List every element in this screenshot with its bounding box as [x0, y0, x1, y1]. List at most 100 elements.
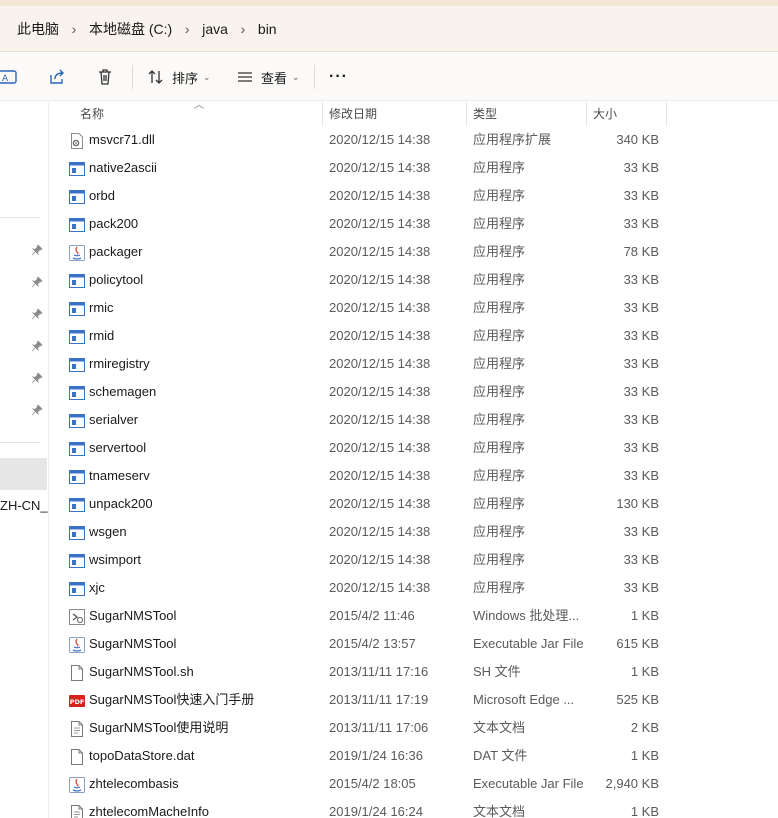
pin-icon[interactable]: [31, 372, 43, 384]
file-date-modified: 2020/12/15 14:38: [329, 580, 431, 595]
column-header-name[interactable]: 名称: [74, 102, 323, 126]
file-date-modified: 2020/12/15 14:38: [329, 244, 431, 259]
file-size: 33 KB: [623, 580, 659, 595]
file-date-modified: 2020/12/15 14:38: [329, 272, 431, 287]
pin-icon[interactable]: [31, 308, 43, 320]
file-row[interactable]: zhtelecomMacheInfo 2019/1/24 16:24 文本文档 1 K…: [60, 798, 667, 818]
sort-button[interactable]: 排序 ⌄: [147, 53, 211, 101]
file-row[interactable]: rmic 2020/12/15 14:38 应用程序 33 KB: [60, 294, 667, 322]
file-row[interactable]: pack200 2020/12/15 14:38 应用程序 33 KB: [60, 210, 667, 238]
file-size: 33 KB: [623, 384, 659, 399]
file-row[interactable]: schemagen 2020/12/15 14:38 应用程序 33 KB: [60, 378, 667, 406]
file-type: Executable Jar File: [473, 636, 584, 651]
file-date-modified: 2013/11/11 17:19: [329, 692, 429, 707]
file-name: unpack200: [89, 496, 153, 511]
file-row[interactable]: rmiregistry 2020/12/15 14:38 应用程序 33 KB: [60, 350, 667, 378]
file-date-modified: 2020/12/15 14:38: [329, 384, 431, 399]
svg-text:A: A: [2, 74, 9, 84]
file-row[interactable]: SugarNMSTool.sh 2013/11/11 17:16 SH 文件 1 KB: [60, 658, 667, 686]
pdf-icon: PDF: [69, 693, 85, 709]
file-size: 33 KB: [623, 300, 659, 315]
rename-button[interactable]: A: [0, 53, 18, 101]
pin-icon[interactable]: [31, 340, 43, 352]
more-options-button[interactable]: ···: [329, 53, 348, 101]
breadcrumb-this-pc[interactable]: 此电脑: [17, 19, 59, 39]
exe-icon: [69, 553, 85, 569]
column-header-size[interactable]: 大小: [587, 102, 667, 126]
file-size: 525 KB: [616, 692, 659, 707]
file-type: 文本文档: [473, 804, 526, 818]
file-row[interactable]: packager 2020/12/15 14:38 应用程序 78 KB: [60, 238, 667, 266]
file-row[interactable]: PDF SugarNMSTool快速入门手册 2013/11/11 17:19 Mic…: [60, 686, 667, 714]
java-icon: [69, 637, 85, 653]
file-row[interactable]: rmid 2020/12/15 14:38 应用程序 33 KB: [60, 322, 667, 350]
share-button[interactable]: [48, 53, 66, 101]
file-name: schemagen: [89, 384, 157, 399]
text-icon: [69, 805, 85, 818]
file-name: policytool: [89, 272, 144, 287]
file-row[interactable]: policytool 2020/12/15 14:38 应用程序 33 KB: [60, 266, 667, 294]
file-size: 615 KB: [616, 636, 659, 651]
exe-icon: [69, 385, 85, 401]
file-row[interactable]: SugarNMSTool 2015/4/2 13:57 Executable Jar…: [60, 630, 667, 658]
file-name: serialver: [89, 412, 139, 427]
column-header-date[interactable]: 修改日期: [323, 102, 467, 126]
file-row[interactable]: tnameserv 2020/12/15 14:38 应用程序 33 KB: [60, 462, 667, 490]
batch-icon: [69, 609, 85, 625]
chevron-down-icon: ⌄: [203, 71, 211, 82]
file-row[interactable]: topoDataStore.dat 2019/1/24 16:36 DAT 文件 1 …: [60, 742, 667, 770]
file-row[interactable]: zhtelecombasis 2015/4/2 18:05 Executable J…: [60, 770, 667, 798]
file-type: Microsoft Edge ...: [473, 692, 575, 707]
pin-icon[interactable]: [31, 276, 43, 288]
view-button[interactable]: 查看 ⌄: [236, 53, 300, 101]
exe-icon: [69, 525, 85, 541]
column-header-type[interactable]: 类型: [467, 102, 587, 126]
file-date-modified: 2015/4/2 18:05: [329, 776, 416, 791]
file-name: zhtelecombasis: [89, 776, 179, 791]
exe-icon: [69, 189, 85, 205]
file-type: 应用程序: [473, 188, 526, 203]
file-row[interactable]: SugarNMSTool使用说明 2013/11/11 17:06 文本文档 2 KB: [60, 714, 667, 742]
file-type: 应用程序: [473, 412, 526, 427]
file-type: 文本文档: [473, 720, 526, 735]
file-row[interactable]: wsimport 2020/12/15 14:38 应用程序 33 KB: [60, 546, 667, 574]
file-size: 33 KB: [623, 356, 659, 371]
file-row[interactable]: servertool 2020/12/15 14:38 应用程序 33 KB: [60, 434, 667, 462]
exe-icon: [69, 469, 85, 485]
file-name: tnameserv: [89, 468, 150, 483]
pin-icon[interactable]: [31, 404, 43, 416]
file-type: 应用程序: [473, 496, 526, 511]
file-size: 33 KB: [623, 412, 659, 427]
file-size: 33 KB: [623, 552, 659, 567]
exe-icon: [69, 357, 85, 373]
file-type: 应用程序: [473, 524, 526, 539]
file-row[interactable]: wsgen 2020/12/15 14:38 应用程序 33 KB: [60, 518, 667, 546]
file-row[interactable]: unpack200 2020/12/15 14:38 应用程序 130 KB: [60, 490, 667, 518]
file-row[interactable]: xjc 2020/12/15 14:38 应用程序 33 KB: [60, 574, 667, 602]
file-row[interactable]: native2ascii 2020/12/15 14:38 应用程序 33 KB: [60, 154, 667, 182]
file-name: rmic: [89, 300, 114, 315]
file-date-modified: 2019/1/24 16:24: [329, 804, 423, 818]
exe-icon: [69, 581, 85, 597]
file-row[interactable]: SugarNMSTool 2015/4/2 11:46 Windows 批处理...…: [60, 602, 667, 630]
breadcrumb-local-disk[interactable]: 本地磁盘 (C:): [89, 19, 172, 39]
file-name: zhtelecomMacheInfo: [89, 804, 209, 818]
file-date-modified: 2020/12/15 14:38: [329, 160, 431, 175]
nav-item-selected[interactable]: [0, 458, 47, 490]
address-bar[interactable]: 此电脑 › 本地磁盘 (C:) › java › bin: [0, 6, 778, 52]
chevron-right-icon: ›: [240, 20, 246, 37]
nav-item-zh-cn[interactable]: ZH-CN_D: [0, 498, 48, 513]
breadcrumb-java[interactable]: java: [202, 21, 228, 37]
file-row[interactable]: msvcr71.dll 2020/12/15 14:38 应用程序扩展 340 KB: [60, 126, 667, 154]
file-date-modified: 2020/12/15 14:38: [329, 524, 431, 539]
file-row[interactable]: orbd 2020/12/15 14:38 应用程序 33 KB: [60, 182, 667, 210]
breadcrumb-bin[interactable]: bin: [258, 21, 277, 37]
file-name: rmid: [89, 328, 115, 343]
file-date-modified: 2020/12/15 14:38: [329, 552, 431, 567]
file-row[interactable]: serialver 2020/12/15 14:38 应用程序 33 KB: [60, 406, 667, 434]
file-type: 应用程序: [473, 244, 526, 259]
file-size: 1 KB: [630, 608, 659, 623]
file-name: packager: [89, 244, 143, 259]
pin-icon[interactable]: [31, 244, 43, 256]
delete-button[interactable]: [96, 53, 114, 101]
